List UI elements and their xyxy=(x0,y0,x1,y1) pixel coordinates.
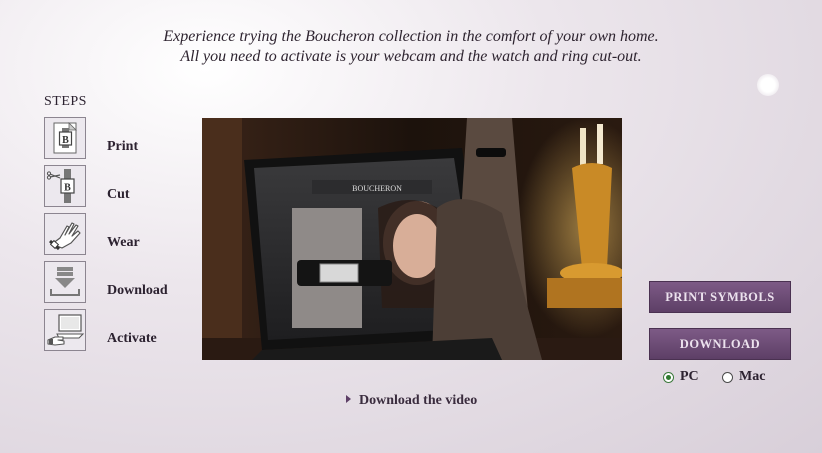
platform-label: PC xyxy=(680,369,699,384)
download-button[interactable]: DOWNLOAD xyxy=(649,328,791,360)
step-cut[interactable]: B Cut xyxy=(44,165,204,209)
step-download[interactable]: Download xyxy=(44,261,204,305)
platform-option-pc[interactable]: PC xyxy=(663,369,699,385)
step-label: Wear xyxy=(107,235,140,250)
print-symbols-button[interactable]: PRINT SYMBOLS xyxy=(649,281,791,313)
scissors-icon: B xyxy=(44,165,86,207)
step-print[interactable]: B Print xyxy=(44,117,204,161)
video-brand-text: BOUCHERON xyxy=(352,184,402,193)
steps-heading: STEPS xyxy=(44,94,87,109)
hand-watch-icon xyxy=(44,213,86,255)
step-label: Download xyxy=(107,283,168,298)
step-label: Print xyxy=(107,139,139,154)
svg-text:B: B xyxy=(62,135,69,146)
radio-button-unchecked[interactable] xyxy=(722,371,733,383)
radio-dot xyxy=(666,374,671,380)
radio-button-checked[interactable] xyxy=(663,371,674,383)
svg-text:B: B xyxy=(64,183,71,194)
step-label: Activate xyxy=(107,331,157,346)
download-video-label: Download the video xyxy=(359,393,478,408)
intro-text: Experience trying the Boucheron collecti… xyxy=(0,27,822,67)
intro-line-1: Experience trying the Boucheron collecti… xyxy=(163,28,659,45)
intro-line-2: All you need to activate is your webcam … xyxy=(180,48,642,65)
print-icon: B xyxy=(44,117,86,159)
light-glow-decoration xyxy=(757,74,779,96)
download-video-link[interactable]: Download the video xyxy=(346,393,477,409)
webcam-hand-icon xyxy=(44,309,86,351)
step-label: Cut xyxy=(107,187,130,202)
platform-label: Mac xyxy=(739,369,766,384)
step-activate[interactable]: Activate xyxy=(44,309,204,353)
platform-option-mac[interactable]: Mac xyxy=(722,369,765,385)
step-wear[interactable]: Wear xyxy=(44,213,204,257)
download-icon xyxy=(44,261,86,303)
video-player[interactable]: BOUCHERON xyxy=(202,118,622,360)
play-triangle-icon xyxy=(346,395,351,403)
